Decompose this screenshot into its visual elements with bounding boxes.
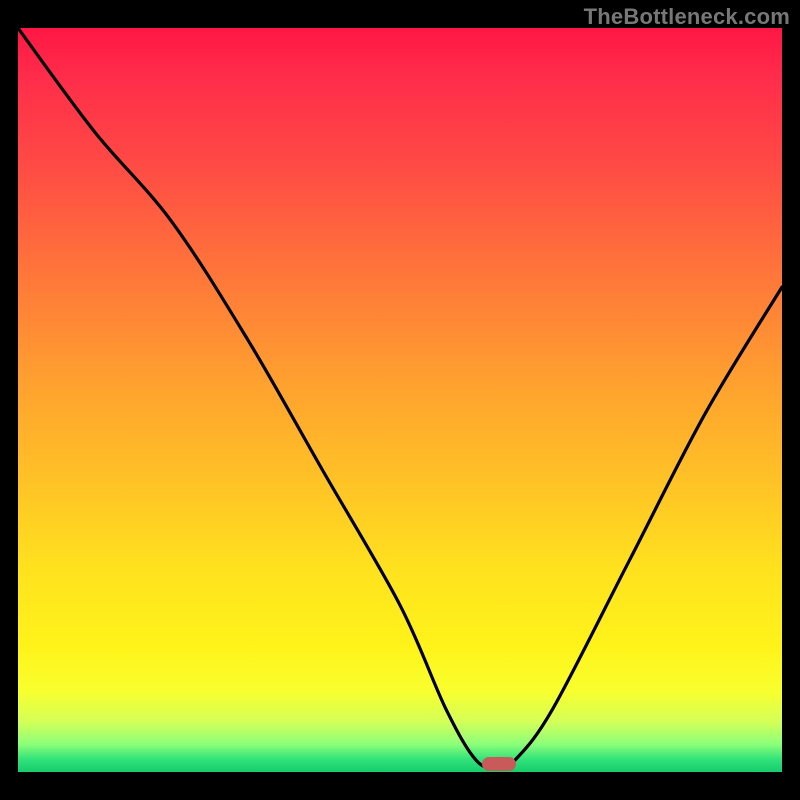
- chart-frame: TheBottleneck.com: [0, 0, 800, 800]
- bottleneck-curve: [18, 28, 782, 782]
- plot-area: [18, 28, 782, 782]
- optimum-marker: [482, 757, 516, 771]
- watermark-text: TheBottleneck.com: [584, 4, 790, 30]
- curve-path: [18, 28, 782, 768]
